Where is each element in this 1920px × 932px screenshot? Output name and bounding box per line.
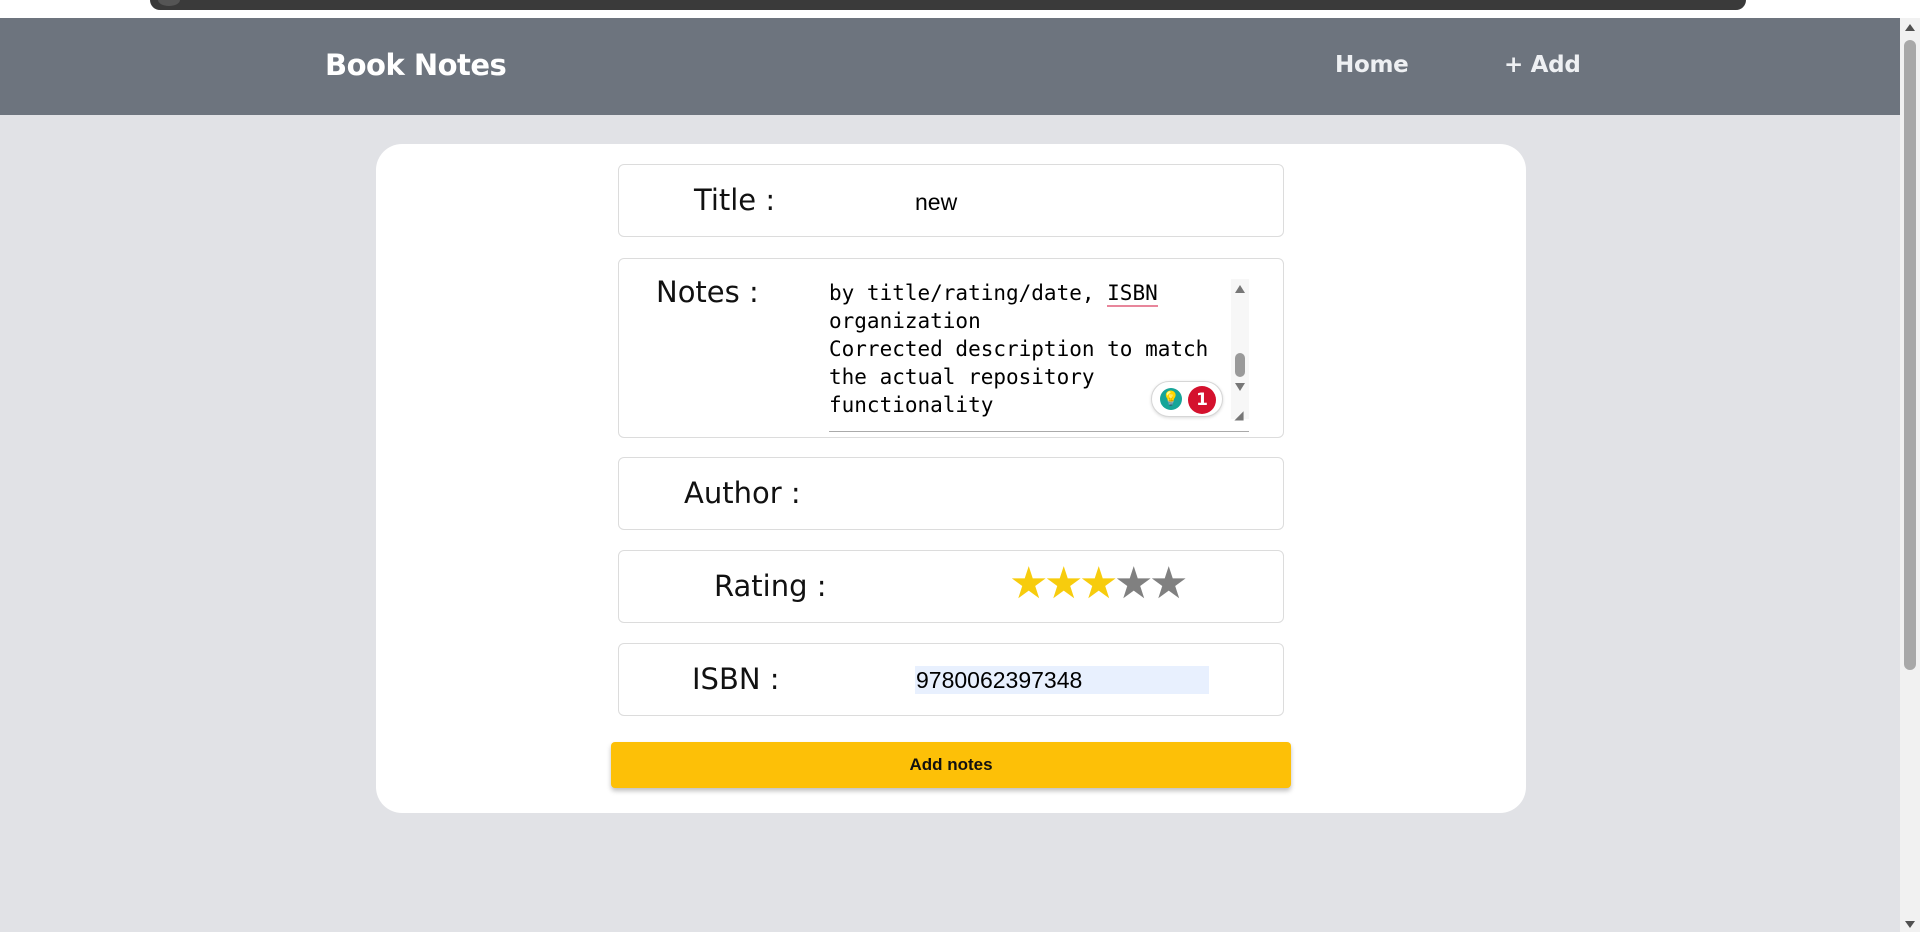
notes-scroll-down-icon[interactable] (1235, 383, 1245, 391)
browser-chrome (0, 0, 1920, 18)
star-icon[interactable]: ★ (1044, 561, 1083, 607)
title-field-row: Title : (618, 164, 1284, 237)
spelling-flag[interactable]: ISBN (1107, 281, 1158, 307)
isbn-field-row: ISBN : (618, 643, 1284, 716)
notes-line: organization (829, 309, 981, 333)
scroll-thumb[interactable] (1904, 40, 1916, 670)
grammar-alert-badge[interactable]: 1 (1188, 386, 1216, 414)
star-icon[interactable]: ★ (1079, 561, 1118, 607)
notes-label: Notes : (656, 275, 759, 309)
author-field-row: Author : (618, 457, 1284, 530)
star-rating[interactable]: ★ ★ ★ ★ ★ (1009, 561, 1188, 607)
add-notes-button[interactable]: Add notes (611, 742, 1291, 788)
navbar: Book Notes Home + Add (0, 18, 1900, 115)
title-input[interactable] (915, 187, 1215, 217)
notes-scroll-thumb[interactable] (1235, 353, 1245, 377)
rating-field-row: Rating : ★ ★ ★ ★ ★ (618, 550, 1284, 623)
nav-link-home[interactable]: Home (1335, 52, 1409, 78)
star-icon[interactable]: ★ (1114, 561, 1153, 607)
rating-label: Rating : (714, 569, 827, 603)
page-scrollbar[interactable] (1900, 18, 1920, 932)
brand-logo[interactable]: Book Notes (325, 48, 507, 82)
nav-link-add[interactable]: + Add (1504, 52, 1581, 78)
resize-handle-icon[interactable]: ◢ (1231, 407, 1247, 423)
scroll-up-arrow-icon[interactable] (1905, 24, 1915, 31)
grammar-checker-widget[interactable]: 💡 1 (1151, 381, 1223, 417)
notes-field-row: Notes : by title/rating/date, ISBN organi… (618, 258, 1284, 438)
notes-line: Corrected description to match (829, 337, 1209, 361)
notes-scroll-up-icon[interactable] (1235, 285, 1245, 293)
scroll-down-arrow-icon[interactable] (1905, 921, 1915, 928)
star-icon[interactable]: ★ (1009, 561, 1048, 607)
star-icon[interactable]: ★ (1149, 561, 1188, 607)
isbn-label: ISBN : (692, 662, 780, 696)
author-label: Author : (684, 476, 801, 510)
isbn-input[interactable] (915, 666, 1209, 694)
add-book-form-card: Title : Notes : by title/rating/date, IS… (376, 144, 1526, 813)
browser-toolbar (150, 0, 1746, 10)
title-label: Title : (694, 183, 776, 217)
notes-line: by title/rating/date, ISBN (829, 281, 1158, 307)
lightbulb-icon[interactable]: 💡 (1160, 388, 1182, 410)
notes-scrollbar[interactable] (1231, 279, 1249, 419)
